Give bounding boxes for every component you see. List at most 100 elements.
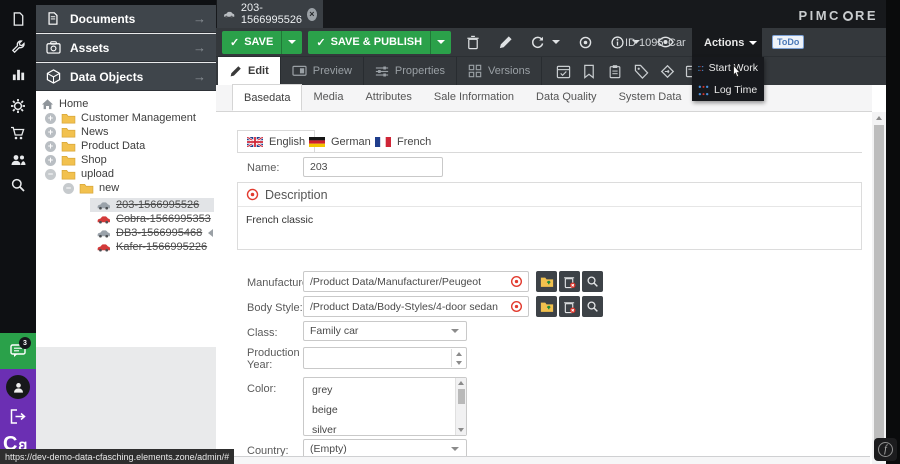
sidebar-panel-documents[interactable]: Documents → — [36, 5, 216, 33]
settings-gear-icon[interactable] — [0, 92, 36, 120]
tree-item-news[interactable]: + News — [45, 125, 109, 139]
logout-icon[interactable] — [9, 408, 27, 430]
overlay-extension-badge[interactable]: f — [874, 438, 897, 461]
folder-open-icon — [540, 276, 554, 288]
tab-media[interactable]: Media — [302, 84, 354, 111]
notes-events-button[interactable] — [602, 57, 628, 85]
scroll-up-icon[interactable] — [876, 116, 882, 120]
expand-plus-icon[interactable]: + — [45, 127, 56, 138]
notifications-panel-button[interactable] — [0, 333, 36, 369]
expand-plus-icon[interactable]: + — [45, 155, 56, 166]
folder-icon — [61, 113, 76, 124]
tree-item-home[interactable]: Home — [41, 97, 88, 111]
trash-x-icon — [563, 275, 576, 289]
close-icon[interactable]: × — [307, 8, 317, 21]
save-publish-button[interactable]: ✓SAVE & PUBLISH — [308, 31, 451, 54]
users-icon[interactable] — [0, 146, 36, 174]
description-title[interactable]: Description — [265, 188, 328, 202]
reload-dropdown-arrow[interactable] — [549, 30, 563, 54]
color-option[interactable]: grey — [312, 384, 332, 396]
tree-item-cobra[interactable]: Cobra-1566995353 — [96, 212, 211, 226]
name-input[interactable]: 203 — [303, 157, 443, 177]
tree-item-203[interactable]: 203-1566995526 — [96, 198, 199, 212]
sidebar-panel-data-objects[interactable]: Data Objects → — [36, 63, 216, 91]
color-listbox[interactable]: grey beige silver — [303, 377, 467, 436]
bodystyle-open-button[interactable] — [536, 296, 557, 317]
collapse-minus-icon[interactable]: − — [45, 169, 56, 180]
scroll-up-icon[interactable] — [458, 381, 464, 385]
tab-edit[interactable]: Edit — [218, 57, 280, 85]
bookmark-button[interactable] — [576, 57, 602, 85]
save-button[interactable]: ✓SAVE — [222, 31, 302, 54]
scroll-down-icon[interactable] — [458, 428, 464, 432]
sidebar-panel-assets[interactable]: Assets → — [36, 34, 216, 62]
camera-icon — [36, 41, 70, 54]
tab-versions[interactable]: Versions — [457, 57, 541, 85]
reports-chart-icon[interactable] — [0, 60, 36, 88]
save-publish-dropdown-arrow[interactable] — [430, 31, 451, 54]
sidebar-collapse-handle[interactable] — [208, 229, 213, 237]
tools-wrench-icon[interactable] — [0, 33, 36, 61]
production-year-spinner[interactable] — [303, 347, 467, 369]
panel-label: Assets — [70, 41, 109, 55]
description-text[interactable]: French classic — [238, 207, 861, 233]
menu-item-start-work[interactable]: Start Work — [692, 57, 764, 79]
expand-plus-icon[interactable]: + — [45, 141, 56, 152]
manufacturer-open-button[interactable] — [536, 271, 557, 292]
bookmark-icon — [583, 64, 595, 79]
color-option[interactable]: silver — [312, 424, 337, 436]
manufacturer-remove-button[interactable] — [559, 271, 580, 292]
reload-icon — [530, 35, 545, 50]
tree-item-customer-management[interactable]: + Customer Management — [45, 111, 196, 125]
open-document-tab[interactable]: 203-1566995526 × — [217, 0, 323, 28]
tree-item-shop[interactable]: + Shop — [45, 153, 107, 167]
tab-basedata[interactable]: Basedata — [232, 84, 302, 111]
workflow-button[interactable] — [654, 57, 680, 85]
avatar[interactable] — [6, 375, 30, 399]
menu-item-log-time[interactable]: Log Time — [692, 79, 764, 101]
listbox-scrollbar[interactable] — [455, 378, 466, 435]
actions-button[interactable]: Actions — [692, 28, 762, 57]
manufacturer-search-button[interactable] — [582, 271, 603, 292]
schedule-button[interactable] — [550, 57, 576, 85]
bodystyle-remove-button[interactable] — [559, 296, 580, 317]
scroll-thumb[interactable] — [874, 125, 884, 455]
tree-item-product-data[interactable]: + Product Data — [45, 139, 145, 153]
bodystyle-input[interactable]: /Product Data/Body-Styles/4-door sedan — [303, 296, 529, 317]
search-icon[interactable] — [0, 171, 36, 199]
main-area: 203-1566995526 × PIMCRE ✓SAVE ✓SAVE & PU… — [216, 0, 900, 464]
tags-button[interactable] — [628, 57, 654, 85]
tree-item-new[interactable]: − new — [63, 181, 119, 195]
documents-rail-icon[interactable] — [0, 5, 36, 33]
save-dropdown-arrow[interactable] — [281, 31, 302, 54]
content-scrollbar[interactable] — [872, 112, 886, 464]
tree-item-upload[interactable]: − upload — [45, 167, 114, 181]
german-flag-icon — [309, 137, 325, 147]
color-label: Color: — [247, 383, 276, 395]
locate-in-tree-button[interactable] — [573, 30, 597, 54]
tab-sale-information[interactable]: Sale Information — [423, 84, 525, 111]
tab-data-quality[interactable]: Data Quality — [525, 84, 608, 111]
tab-preview[interactable]: Preview — [281, 57, 363, 85]
lang-tab-french[interactable]: French — [366, 130, 440, 153]
manufacturer-input[interactable]: /Product Data/Manufacturer/Peugeot — [303, 271, 529, 292]
tree-item-db3[interactable]: DB3-1566995468 — [96, 226, 202, 240]
car-grey-icon — [96, 229, 111, 238]
ecommerce-cart-icon[interactable] — [0, 119, 36, 147]
delete-button[interactable] — [461, 30, 485, 54]
collapse-minus-icon[interactable]: − — [63, 183, 74, 194]
chevron-right-icon: → — [193, 11, 206, 26]
rename-button[interactable] — [493, 30, 517, 54]
color-option[interactable]: beige — [312, 404, 338, 416]
expand-plus-icon[interactable]: + — [45, 113, 56, 124]
scroll-thumb[interactable] — [458, 389, 465, 404]
tab-attributes[interactable]: Attributes — [354, 84, 422, 111]
tree-item-kafer[interactable]: Kafer-1566995226 — [96, 240, 207, 254]
user-icon — [12, 381, 25, 394]
tab-system-data[interactable]: System Data — [608, 84, 693, 111]
class-select[interactable]: Family car — [303, 321, 467, 341]
bodystyle-search-button[interactable] — [582, 296, 603, 317]
spinner-arrows[interactable] — [451, 349, 465, 367]
reload-button[interactable] — [525, 30, 549, 54]
tab-properties[interactable]: Properties — [364, 57, 456, 85]
